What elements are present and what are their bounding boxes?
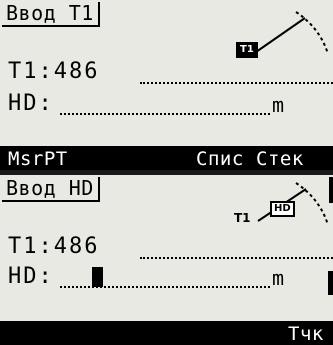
edge-mark: [329, 177, 333, 203]
softkey-stack[interactable]: Стек: [256, 148, 304, 170]
screen-title: Ввод HD: [2, 177, 100, 202]
t1-label: T1:: [8, 59, 54, 84]
t1-value: 486: [53, 234, 100, 259]
t1-row[interactable]: T1:486: [8, 235, 100, 259]
hd-unit: m: [272, 266, 285, 290]
softkey-point[interactable]: Тчк: [288, 323, 324, 345]
text-cursor: [92, 267, 103, 287]
t1-field-line: [140, 82, 333, 84]
hd-field-line: [60, 113, 270, 115]
softkey-list[interactable]: Спис: [196, 148, 244, 170]
hd-target-tag: HD: [270, 201, 295, 217]
screen-title: Ввод T1: [2, 2, 100, 27]
hd-row[interactable]: HD:: [8, 265, 54, 289]
hd-unit: m: [272, 93, 285, 117]
t1-label: T1:: [8, 234, 54, 259]
t1-row[interactable]: T1:486: [8, 60, 100, 84]
sight-diagram-icon: [255, 11, 329, 55]
t1-point-label: T1: [234, 211, 251, 225]
softkey-msrpt[interactable]: MsrPT: [8, 148, 68, 170]
softkey-bar: Тчк: [0, 321, 333, 345]
t1-target-tag: T1: [236, 42, 258, 58]
hd-label: HD:: [8, 264, 54, 289]
t1-value: 486: [53, 59, 100, 84]
hd-label: HD:: [8, 91, 54, 116]
hd-row[interactable]: HD:: [8, 92, 54, 116]
edge-mark: [328, 271, 333, 295]
t1-field-line: [140, 257, 333, 259]
input-hd-screen: Ввод HD T1 HD T1:486 HD: m Тчк: [0, 175, 333, 345]
softkey-bar: MsrPT Спис Стек: [0, 146, 333, 170]
input-t1-screen: Ввод T1 T1 T1:486 HD: m MsrPT Спис Стек: [0, 0, 333, 170]
